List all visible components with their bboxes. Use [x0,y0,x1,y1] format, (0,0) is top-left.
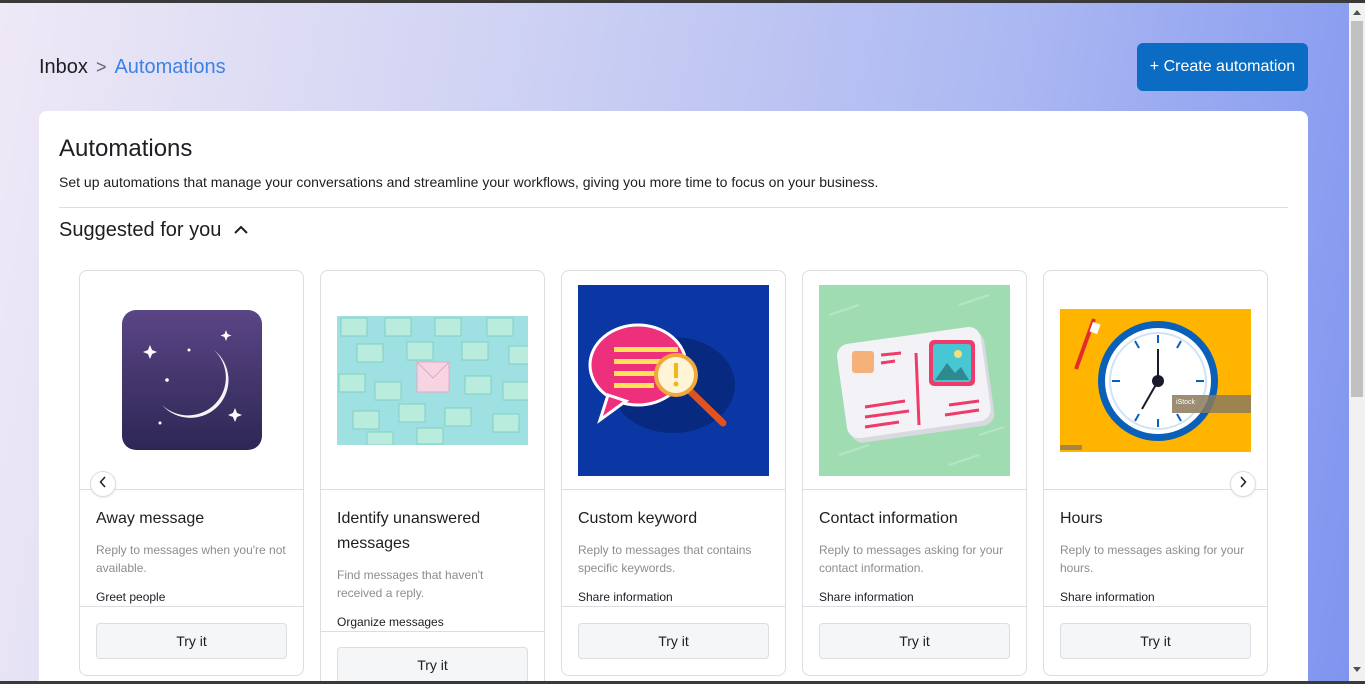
card-description: Reply to messages asking for your hours. [1060,543,1245,575]
section-title: Suggested for you [59,219,222,241]
postcard-illustration [803,271,1026,489]
card-identify-unanswered: Identify unanswered messages Find messag… [320,270,545,684]
page-title: Automations [59,135,193,162]
window-top-border [0,0,1365,3]
card-contact-information: Contact information Reply to messages as… [802,270,1027,676]
scroll-down-arrow-icon[interactable] [1349,667,1365,677]
card-category: Greet people [96,590,166,604]
speech-bubble-magnifier-illustration [562,271,785,489]
card-title: Custom keyword [578,510,698,527]
card-category: Share information [819,590,914,604]
istock-watermark: iStock [1176,399,1196,406]
suggested-section-toggle[interactable]: Suggested for you [59,219,249,242]
chevron-right-icon [1239,475,1247,493]
divider [59,207,1288,208]
card-description: Find messages that haven't received a re… [337,568,484,600]
card-title: Identify unanswered messages [337,510,481,552]
carousel-next-button[interactable] [1230,471,1256,497]
chevron-up-icon[interactable] [233,222,249,240]
scroll-up-arrow-icon[interactable] [1349,9,1365,19]
breadcrumb-current[interactable]: Automations [114,56,225,79]
card-title: Contact information [819,510,958,527]
try-it-button[interactable]: Try it [96,623,287,659]
breadcrumb-inbox-link[interactable]: Inbox [39,56,88,79]
try-it-button[interactable]: Try it [1060,623,1251,659]
card-title: Hours [1060,510,1103,527]
breadcrumb: Inbox > Automations [39,56,226,79]
card-title: Away message [96,510,205,527]
chevron-left-icon [99,475,107,493]
automations-panel: Automations Set up automations that mana… [39,111,1308,684]
card-description: Reply to messages when you're not availa… [96,543,286,575]
breadcrumb-separator: > [95,57,107,77]
scrollbar-thumb[interactable] [1351,21,1363,397]
page-scrollbar[interactable] [1349,3,1365,681]
page-description: Set up automations that manage your conv… [59,174,879,190]
card-description: Reply to messages asking for your contac… [819,543,1004,575]
try-it-button[interactable]: Try it [578,623,769,659]
envelopes-illustration [321,271,544,489]
card-custom-keyword: Custom keyword Reply to messages that co… [561,270,786,676]
carousel-prev-button[interactable] [90,471,116,497]
clock-illustration: iStock [1044,271,1267,489]
card-category: Share information [578,590,673,604]
try-it-button[interactable]: Try it [337,647,528,683]
card-category: Organize messages [337,615,444,629]
try-it-button[interactable]: Try it [819,623,1010,659]
moon-night-illustration [80,271,303,489]
card-away-message: Away message Reply to messages when you'… [79,270,304,676]
card-description: Reply to messages that contains specific… [578,543,752,575]
create-automation-button[interactable]: + Create automation [1137,43,1308,91]
card-category: Share information [1060,590,1155,604]
